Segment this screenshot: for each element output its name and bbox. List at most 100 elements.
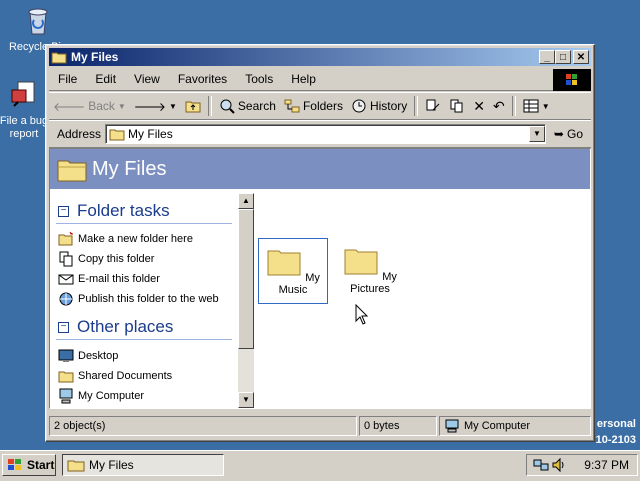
other-places-header[interactable]: − Other places bbox=[58, 317, 173, 337]
folder-icon bbox=[58, 371, 74, 383]
email-icon bbox=[58, 274, 74, 285]
status-bar: 2 object(s) 0 bytes My Computer bbox=[49, 414, 591, 438]
toolbar-separator bbox=[414, 96, 419, 116]
volume-icon[interactable] bbox=[551, 457, 567, 473]
task-label: Make a new folder here bbox=[78, 233, 193, 245]
section-divider bbox=[56, 223, 232, 224]
toolbar-separator bbox=[511, 96, 516, 116]
computer-icon bbox=[59, 388, 73, 404]
task-new-folder[interactable]: Make a new folder here bbox=[58, 230, 193, 248]
task-email-folder[interactable]: E-mail this folder bbox=[58, 270, 160, 288]
place-shared-documents[interactable]: Shared Documents bbox=[58, 367, 172, 385]
search-label: Search bbox=[237, 99, 276, 113]
other-places-title: Other places bbox=[77, 317, 174, 336]
bug-report-icon bbox=[11, 81, 35, 107]
views-button[interactable]: ▼ bbox=[519, 95, 554, 117]
back-label: Back bbox=[88, 99, 115, 113]
menu-file[interactable]: File bbox=[49, 72, 86, 86]
folder-icon bbox=[51, 52, 67, 64]
folders-tree-icon bbox=[284, 99, 300, 113]
collapse-icon: − bbox=[58, 205, 69, 217]
place-label: Shared Documents bbox=[78, 370, 173, 382]
copy-to-button[interactable] bbox=[445, 95, 469, 117]
forward-button[interactable]: 🡒 ▼ bbox=[130, 95, 181, 117]
desktop-version-text: ersonal 10-2103 bbox=[596, 416, 636, 448]
window-title: My Files bbox=[71, 50, 119, 64]
undo-button[interactable]: ↶ bbox=[489, 95, 509, 117]
folder-tasks-title: Folder tasks bbox=[77, 201, 170, 220]
copy-to-icon bbox=[450, 99, 463, 113]
chevron-down-icon: ▼ bbox=[117, 101, 126, 111]
status-size-text: 0 bytes bbox=[364, 420, 400, 432]
collapse-icon: − bbox=[58, 321, 69, 333]
place-desktop[interactable]: Desktop bbox=[58, 347, 118, 365]
file-item-my-music[interactable]: My Music bbox=[258, 238, 328, 304]
menu-help[interactable]: Help bbox=[282, 72, 325, 86]
scroll-up-button[interactable]: ▲ bbox=[238, 193, 254, 209]
menu-edit[interactable]: Edit bbox=[86, 72, 125, 86]
folders-label: Folders bbox=[302, 99, 343, 113]
back-button[interactable]: 🡐 Back ▼ bbox=[49, 95, 130, 117]
menu-view[interactable]: View bbox=[125, 72, 169, 86]
file-item-my-pictures[interactable]: My Pictures bbox=[332, 238, 408, 304]
views-icon bbox=[523, 99, 539, 113]
address-value: My Files bbox=[128, 127, 173, 141]
menu-favorites[interactable]: Favorites bbox=[169, 72, 236, 86]
minimize-button[interactable]: _ bbox=[539, 50, 555, 64]
folder-tasks-header[interactable]: − Folder tasks bbox=[58, 201, 170, 221]
menu-tools[interactable]: Tools bbox=[236, 72, 282, 86]
task-label: Copy this folder bbox=[78, 253, 155, 265]
scroll-down-button[interactable]: ▼ bbox=[238, 392, 254, 408]
status-object-count: 2 object(s) bbox=[49, 416, 357, 436]
network-icon[interactable] bbox=[533, 457, 549, 473]
address-dropdown-button[interactable]: ▼ bbox=[528, 126, 545, 142]
go-arrow-icon: ➥ bbox=[553, 127, 564, 141]
toolbar-separator bbox=[207, 96, 212, 116]
task-copy-folder[interactable]: Copy this folder bbox=[58, 250, 154, 268]
search-icon bbox=[220, 99, 235, 114]
task-pane-scrollbar[interactable]: ▲ ▼ bbox=[238, 193, 254, 408]
address-label: Address bbox=[57, 127, 102, 141]
folder-icon bbox=[267, 250, 301, 276]
up-folder-button[interactable] bbox=[181, 95, 205, 117]
start-button[interactable]: Start bbox=[2, 454, 56, 476]
folder-icon bbox=[57, 160, 87, 182]
task-label: Publish this folder to the web bbox=[78, 293, 219, 305]
forward-arrow-icon: 🡒 bbox=[133, 99, 166, 114]
copy-icon bbox=[59, 251, 73, 267]
chevron-down-icon: ▼ bbox=[541, 101, 550, 111]
task-publish-folder[interactable]: Publish this folder to the web bbox=[58, 290, 219, 308]
status-size: 0 bytes bbox=[359, 416, 437, 436]
taskbar-item-my-files[interactable]: My Files bbox=[62, 454, 224, 476]
title-bar[interactable]: My Files _ □ ✕ bbox=[49, 48, 591, 66]
status-location: My Computer bbox=[439, 416, 591, 436]
web-publish-icon bbox=[59, 292, 73, 306]
history-button[interactable]: History bbox=[347, 95, 411, 117]
move-to-button[interactable] bbox=[421, 95, 445, 117]
taskbar-item-label: My Files bbox=[89, 458, 134, 472]
mouse-cursor-icon bbox=[355, 304, 369, 325]
desktop-icon bbox=[58, 349, 74, 362]
delete-icon: ✕ bbox=[473, 97, 486, 114]
history-icon bbox=[352, 99, 366, 113]
folders-button[interactable]: Folders bbox=[280, 95, 347, 117]
scroll-thumb[interactable] bbox=[238, 209, 254, 349]
menu-bar: File Edit View Favorites Tools Help bbox=[49, 68, 591, 91]
place-label: My Computer bbox=[78, 390, 145, 402]
maximize-button[interactable]: □ bbox=[555, 50, 571, 64]
delete-button[interactable]: ✕ bbox=[469, 95, 489, 117]
search-button[interactable]: Search bbox=[215, 95, 280, 117]
folder-banner: My Files bbox=[50, 149, 590, 189]
back-arrow-icon: 🡐 bbox=[53, 99, 86, 114]
system-tray: 9:37 PM bbox=[526, 454, 638, 476]
new-folder-icon bbox=[58, 231, 73, 246]
go-button[interactable]: ➥ Go bbox=[546, 127, 591, 141]
folder-view: My Files − Folder tasks Make a new folde… bbox=[49, 148, 591, 409]
close-button[interactable]: ✕ bbox=[573, 50, 589, 64]
version-line: ersonal bbox=[596, 418, 636, 430]
address-input[interactable]: My Files ▼ bbox=[105, 124, 546, 144]
recycle-bin-icon bbox=[28, 8, 48, 35]
clock[interactable]: 9:37 PM bbox=[584, 458, 629, 472]
place-my-computer[interactable]: My Computer bbox=[58, 387, 144, 405]
status-objects-text: 2 object(s) bbox=[54, 420, 106, 432]
